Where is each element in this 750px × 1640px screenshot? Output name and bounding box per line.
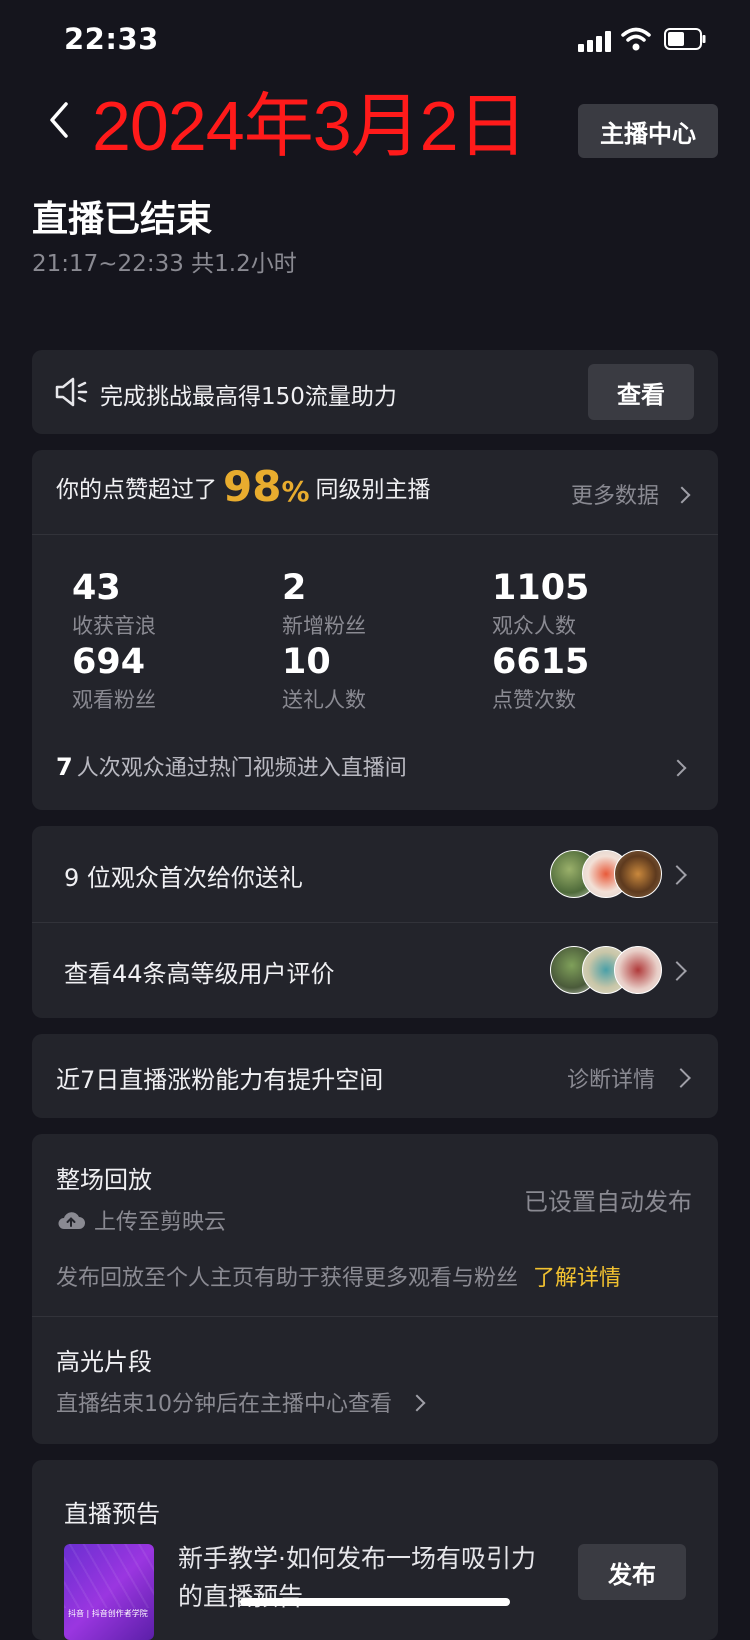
date-title: 2024年3月2日	[92, 87, 528, 165]
thumbnail-caption: 抖音 | 抖音创作者学院	[68, 1609, 148, 1618]
likes-percent: 98%	[223, 462, 310, 511]
first-gift-row[interactable]: 9 位观众首次给你送礼	[64, 858, 303, 893]
more-data-link[interactable]: 更多数据	[571, 478, 691, 510]
challenge-text: 完成挑战最高得150流量助力	[100, 384, 397, 410]
chevron-right-icon	[673, 486, 691, 504]
status-time: 22:33	[64, 22, 159, 56]
upload-cloud-row[interactable]: 上传至剪映云	[56, 1204, 226, 1236]
divider	[32, 1316, 718, 1317]
battery-icon	[664, 28, 706, 50]
playback-hint: 发布回放至个人主页有助于获得更多观看与粉丝 了解详情	[56, 1266, 622, 1291]
tutorial-thumbnail[interactable]: 抖音 | 抖音创作者学院	[64, 1544, 154, 1640]
diagnosis-link[interactable]: 诊断详情	[567, 1062, 691, 1094]
review-avatars	[550, 946, 662, 994]
stats-card: 你的点赞超过了 98% 同级别主播 更多数据 43 收获音浪 2 新增粉丝 1105…	[32, 450, 718, 810]
gifts-card: 9 位观众首次给你送礼 查看44条高等级用户评价	[32, 826, 718, 1018]
divider	[32, 534, 718, 535]
publish-button[interactable]: 发布	[578, 1544, 686, 1600]
playback-title: 整场回放	[56, 1166, 152, 1194]
broadcaster-center-button[interactable]: 主播中心	[578, 104, 718, 158]
cellular-signal-icon	[578, 30, 612, 52]
chevron-right-icon	[667, 865, 687, 885]
stat-item: 2 新增粉丝	[282, 568, 366, 638]
view-challenge-button[interactable]: 查看	[588, 364, 694, 420]
likes-summary: 你的点赞超过了 98% 同级别主播	[56, 462, 431, 511]
home-indicator[interactable]	[240, 1598, 510, 1606]
chevron-right-icon	[408, 1394, 426, 1412]
avatar	[614, 850, 662, 898]
hot-video-count: 7	[56, 753, 73, 781]
divider	[32, 922, 718, 923]
preview-title: 直播预告	[64, 1500, 160, 1528]
auto-publish-status[interactable]: 已设置自动发布	[524, 1182, 692, 1217]
gift-avatars	[550, 850, 662, 898]
chevron-right-icon	[667, 961, 687, 981]
highlight-title: 高光片段	[56, 1348, 152, 1376]
avatar	[614, 946, 662, 994]
live-preview-card: 直播预告 抖音 | 抖音创作者学院 新手教学·如何发布一场有吸引力的直播预告 发…	[32, 1460, 718, 1640]
chevron-right-icon	[669, 759, 687, 777]
hot-video-entry[interactable]: 7 人次观众通过热门视频进入直播间	[56, 750, 407, 782]
stat-item: 6615 点赞次数	[492, 642, 590, 712]
back-icon[interactable]	[44, 96, 72, 144]
chevron-right-icon	[671, 1068, 691, 1088]
likes-suffix: 同级别主播	[315, 476, 431, 503]
learn-more-link[interactable]: 了解详情	[533, 1266, 621, 1291]
highlight-hint-link[interactable]: 直播结束10分钟后在主播中心查看	[56, 1386, 426, 1418]
likes-prefix: 你的点赞超过了	[56, 476, 217, 503]
cloud-upload-icon	[58, 1212, 85, 1229]
fan-growth-card[interactable]: 近7日直播涨粉能力有提升空间 诊断详情	[32, 1034, 718, 1118]
stat-item: 43 收获音浪	[72, 568, 156, 638]
stat-item: 10 送礼人数	[282, 642, 366, 712]
playback-card: 整场回放 上传至剪映云 已设置自动发布 发布回放至个人主页有助于获得更多观看与粉…	[32, 1134, 718, 1444]
stat-item: 1105 观众人数	[492, 568, 590, 638]
speaker-icon	[55, 377, 88, 407]
live-duration: 21:17~22:33 共1.2小时	[32, 251, 297, 277]
fan-growth-text: 近7日直播涨粉能力有提升空间	[56, 1066, 384, 1094]
reviews-row[interactable]: 查看44条高等级用户评价	[64, 954, 335, 989]
challenge-banner: 完成挑战最高得150流量助力 查看	[32, 350, 718, 434]
page-title: 直播已结束	[32, 199, 213, 240]
stat-item: 694 观看粉丝	[72, 642, 156, 712]
wifi-icon	[621, 27, 651, 51]
